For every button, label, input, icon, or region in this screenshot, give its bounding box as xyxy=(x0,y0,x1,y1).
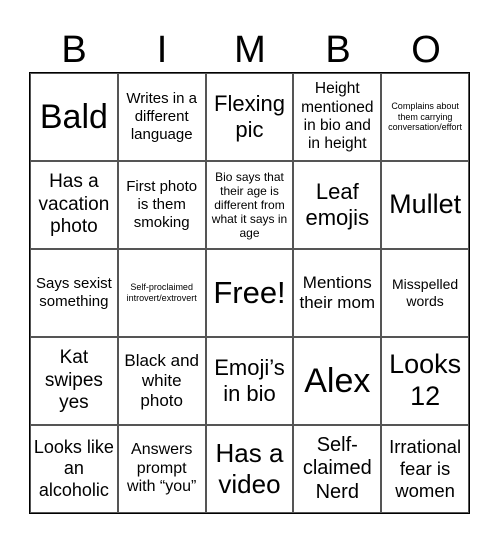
bingo-cell[interactable]: Writes in a different language xyxy=(117,73,206,161)
bingo-header: B I M B O xyxy=(30,28,470,72)
bingo-cell[interactable]: Emoji’s in bio xyxy=(205,337,294,425)
bingo-cell[interactable]: Says sexist something xyxy=(30,249,118,337)
bingo-cell[interactable]: Leaf emojis xyxy=(293,161,382,249)
bingo-cell[interactable]: Looks like an alcoholic xyxy=(30,425,118,513)
bingo-cell[interactable]: Misspelled words xyxy=(381,249,469,337)
bingo-cell[interactable]: Complains about them carrying conversati… xyxy=(381,73,469,161)
header-letter: O xyxy=(411,29,441,71)
bingo-cell[interactable]: Self-proclaimed introvert/extrovert xyxy=(117,249,206,337)
bingo-cell[interactable]: Self-claimed Nerd xyxy=(293,425,382,513)
header-letter: B xyxy=(325,29,351,71)
bingo-cell[interactable]: Mentions their mom xyxy=(293,249,382,337)
header-letter: B xyxy=(61,29,87,71)
bingo-cell[interactable]: Height mentioned in bio and in height xyxy=(293,73,382,161)
bingo-cell[interactable]: Kat swipes yes xyxy=(30,337,118,425)
bingo-cell[interactable]: Has a video xyxy=(205,425,294,513)
bingo-cell[interactable]: Bald xyxy=(30,73,118,161)
bingo-cell[interactable]: Mullet xyxy=(381,161,469,249)
bingo-cell[interactable]: First photo is them smoking xyxy=(117,161,206,249)
header-letter: I xyxy=(156,29,168,71)
bingo-cell[interactable]: Black and white photo xyxy=(117,337,206,425)
bingo-cell[interactable]: Alex xyxy=(293,337,382,425)
header-letter: M xyxy=(234,29,266,71)
free-cell[interactable]: Free! xyxy=(205,249,294,337)
bingo-cell[interactable]: Irrational fear is women xyxy=(381,425,469,513)
bingo-cell[interactable]: Looks 12 xyxy=(381,337,469,425)
bingo-cell[interactable]: Bio says that their age is different fro… xyxy=(205,161,294,249)
bingo-cell[interactable]: Has a vacation photo xyxy=(30,161,118,249)
bingo-cell[interactable]: Answers prompt with “you” xyxy=(117,425,206,513)
bingo-grid: Bald Writes in a different language Flex… xyxy=(29,72,470,514)
bingo-cell[interactable]: Flexing pic xyxy=(205,73,294,161)
